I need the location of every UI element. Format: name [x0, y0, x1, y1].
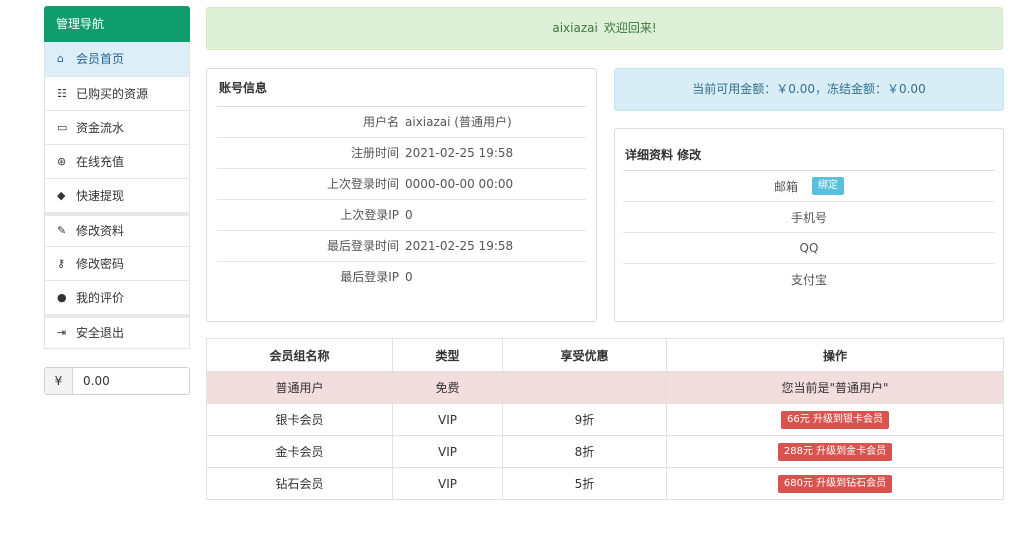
account-value: 2021-02-25 19:58	[405, 146, 514, 160]
sidebar-item-label: 快速提现	[76, 188, 125, 203]
tag-icon: ◆	[57, 188, 66, 202]
account-label: 上次登录时间	[326, 177, 399, 191]
welcome-username: aixiazai	[552, 21, 598, 35]
welcome-message: 欢迎回来!	[603, 21, 657, 35]
upgrade-cell: 288元 升级到金卡会员	[666, 435, 1004, 468]
detail-row-email: 邮箱 绑定	[623, 171, 995, 202]
group-type: 免费	[392, 371, 503, 404]
coin-icon: ⊛	[57, 154, 67, 168]
group-name: 金卡会员	[206, 435, 393, 468]
table-row: 金卡会员 VIP 8折 288元 升级到金卡会员	[206, 435, 1004, 468]
member-group-table: 会员组名称 类型 享受优惠 操作 普通用户 免费 您当前是"普通用户" 银卡会员…	[206, 338, 1004, 500]
logout-icon: ⇥	[57, 326, 67, 339]
account-label: 上次登录IP	[340, 208, 399, 222]
pencil-icon: ✎	[57, 224, 67, 237]
detail-info-title: 详细资料 修改	[623, 129, 995, 171]
account-row: 用户名 aixiazai (普通用户)	[217, 107, 586, 138]
sidebar-item-fund-flow[interactable]: ▭ 资金流水	[45, 110, 189, 144]
column-header: 类型	[392, 338, 503, 372]
card-icon: ▭	[57, 120, 68, 134]
group-discount: 8折	[502, 435, 667, 468]
upgrade-silver-button[interactable]: 66元 升级到银卡会员	[781, 410, 889, 429]
sidebar-item-label: 会员首页	[76, 52, 125, 66]
list-icon: ☷	[57, 86, 67, 100]
detail-info-panel: 详细资料 修改 邮箱 绑定 手机号 QQ 支付宝	[614, 128, 1004, 322]
group-discount: 9折	[502, 403, 667, 436]
sidebar-item-label: 安全退出	[76, 326, 125, 340]
detail-row-phone: 手机号	[623, 202, 995, 233]
table-header-row: 会员组名称 类型 享受优惠 操作	[206, 338, 1004, 372]
account-value: 0	[405, 208, 413, 222]
key-icon: ⚷	[57, 256, 66, 270]
sidebar-item-label: 资金流水	[76, 120, 125, 135]
sidebar-item-edit-profile[interactable]: ✎ 修改资料	[45, 212, 189, 246]
upgrade-cell: 680元 升级到钻石会员	[666, 467, 1004, 500]
sidebar-nav: 管理导航 ⌂ 会员首页 ☷ 已购买的资源 ▭ 资金流水 ⊛ 在线充值 ◆ 快速提…	[44, 6, 190, 395]
group-type: VIP	[392, 435, 503, 468]
currency-symbol: ¥	[45, 368, 73, 394]
column-header: 会员组名称	[206, 338, 393, 372]
account-row: 上次登录IP 0	[217, 200, 586, 231]
sidebar-item-change-password[interactable]: ⚷ 修改密码	[45, 246, 189, 280]
group-discount: 5折	[502, 467, 667, 500]
account-row: 注册时间 2021-02-25 19:58	[217, 138, 586, 169]
account-label: 最后登录IP	[340, 270, 399, 284]
sidebar-item-logout[interactable]: ⇥ 安全退出	[45, 314, 189, 348]
account-info-panel: 账号信息 用户名 aixiazai (普通用户) 注册时间 2021-02-25…	[206, 68, 597, 322]
detail-label: 支付宝	[790, 273, 827, 287]
table-row: 普通用户 免费 您当前是"普通用户"	[206, 371, 1004, 404]
balance-amount: 0.00	[83, 374, 110, 388]
account-label: 最后登录时间	[326, 239, 399, 253]
nav-header: 管理导航	[44, 6, 190, 42]
nav-list: ⌂ 会员首页 ☷ 已购买的资源 ▭ 资金流水 ⊛ 在线充值 ◆ 快速提现 ✎ 修…	[44, 42, 190, 349]
group-name: 钻石会员	[206, 467, 393, 500]
welcome-alert: aixiazai 欢迎回来!	[206, 7, 1003, 50]
upgrade-diamond-button[interactable]: 680元 升级到钻石会员	[777, 474, 893, 493]
group-discount	[502, 371, 667, 404]
detail-row-alipay: 支付宝	[623, 264, 995, 295]
account-info-title: 账号信息	[217, 69, 586, 107]
detail-label: 邮箱	[773, 179, 798, 194]
detail-row-qq: QQ	[623, 233, 995, 264]
detail-label: QQ	[799, 241, 819, 255]
account-label: 注册时间	[350, 146, 399, 160]
table-row: 银卡会员 VIP 9折 66元 升级到银卡会员	[206, 403, 1004, 436]
sidebar-item-label: 修改资料	[76, 224, 125, 238]
home-icon: ⌂	[57, 52, 64, 65]
sidebar-item-label: 我的评价	[76, 290, 125, 305]
sidebar-item-recharge[interactable]: ⊛ 在线充值	[45, 144, 189, 178]
account-value: 0	[405, 270, 413, 284]
sidebar-item-withdraw[interactable]: ◆ 快速提现	[45, 178, 189, 212]
upgrade-cell: 66元 升级到银卡会员	[666, 403, 1004, 436]
account-value: 2021-02-25 19:58	[405, 239, 514, 253]
comment-icon: ●	[57, 290, 67, 304]
account-row: 最后登录时间 2021-02-25 19:58	[217, 231, 586, 262]
group-type: VIP	[392, 467, 503, 500]
column-header: 享受优惠	[502, 338, 667, 372]
group-type: VIP	[392, 403, 503, 436]
table-row: 钻石会员 VIP 5折 680元 升级到钻石会员	[206, 467, 1004, 500]
sidebar-item-label: 修改密码	[76, 256, 125, 271]
sidebar-item-member-home[interactable]: ⌂ 会员首页	[45, 42, 189, 76]
funds-info-alert: 当前可用金额：￥0.00，冻结金额：￥0.00	[614, 68, 1004, 111]
bind-email-button[interactable]: 绑定	[812, 177, 844, 195]
sidebar-item-purchased[interactable]: ☷ 已购买的资源	[45, 76, 189, 110]
upgrade-gold-button[interactable]: 288元 升级到金卡会员	[777, 442, 893, 461]
sidebar-item-label: 已购买的资源	[76, 86, 149, 101]
sidebar-item-label: 在线充值	[76, 154, 125, 169]
current-group-note: 您当前是"普通用户"	[666, 371, 1004, 404]
account-row: 最后登录IP 0	[217, 262, 586, 293]
column-header: 操作	[666, 338, 1004, 372]
account-value: 0000-00-00 00:00	[405, 177, 514, 191]
account-value: aixiazai (普通用户)	[405, 115, 512, 129]
account-row: 上次登录时间 0000-00-00 00:00	[217, 169, 586, 200]
balance-display: ¥ 0.00	[44, 367, 190, 395]
sidebar-item-my-reviews[interactable]: ● 我的评价	[45, 280, 189, 314]
group-name: 普通用户	[206, 371, 393, 404]
group-name: 银卡会员	[206, 403, 393, 436]
account-label: 用户名	[362, 115, 399, 129]
detail-label: 手机号	[790, 210, 827, 225]
